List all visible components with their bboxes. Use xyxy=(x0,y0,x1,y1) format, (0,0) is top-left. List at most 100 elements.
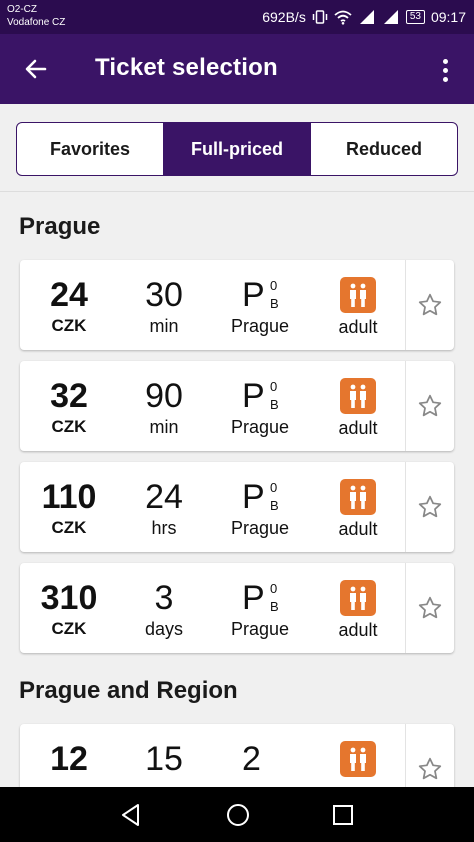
ticket-price: 12 xyxy=(20,724,118,787)
nav-recents-button[interactable] xyxy=(331,803,355,832)
nav-home-button[interactable] xyxy=(225,802,251,833)
tab-favorites[interactable]: Favorites xyxy=(17,123,164,175)
price-value: 12 xyxy=(50,740,88,778)
duration-unit: min xyxy=(149,417,179,437)
star-outline-icon xyxy=(418,596,442,619)
ticket-price: 110 CZK xyxy=(20,462,118,552)
ticket-card[interactable]: 310 CZK 3 days P 0 B Prague adult xyxy=(20,563,454,653)
ticket-passenger: adult xyxy=(310,260,406,350)
nav-back-button[interactable] xyxy=(118,802,144,833)
system-nav-bar xyxy=(0,787,474,842)
tab-reduced[interactable]: Reduced xyxy=(311,123,457,175)
price-currency: CZK xyxy=(51,518,87,537)
status-indicators: 692B/s 53 09:17 xyxy=(262,7,466,27)
page-title: Ticket selection xyxy=(95,54,278,81)
favorite-button[interactable] xyxy=(405,462,454,552)
ticket-duration: 3 days xyxy=(118,563,210,653)
zone-name: Prague xyxy=(230,316,290,336)
ticket-zone: 2 xyxy=(210,724,310,787)
adult-people-icon xyxy=(340,741,376,777)
ticket-passenger: adult xyxy=(310,361,406,451)
fare-type-tabs: Favorites Full-priced Reduced xyxy=(16,122,458,176)
zone-code: P xyxy=(242,276,265,314)
duration-unit: days xyxy=(144,619,184,639)
duration-value: 30 xyxy=(145,276,183,314)
adult-people-icon xyxy=(340,580,376,616)
network-speed: 692B/s xyxy=(262,9,306,25)
favorite-button[interactable] xyxy=(405,563,454,653)
carrier-names: O2-CZ Vodafone CZ xyxy=(7,3,65,29)
nav-back-icon xyxy=(122,804,139,826)
status-bar: O2-CZ Vodafone CZ 692B/s 53 09:17 xyxy=(0,0,474,34)
tabs-area: Favorites Full-priced Reduced xyxy=(0,104,474,192)
price-value: 24 xyxy=(50,276,88,314)
section-title-prague-region: Prague and Region xyxy=(19,677,238,704)
ticket-zone: P 0 B Prague xyxy=(210,563,310,653)
ticket-passenger: adult xyxy=(310,462,406,552)
nav-home-icon xyxy=(227,804,249,826)
duration-unit: min xyxy=(149,316,179,336)
more-vert-icon xyxy=(442,58,448,64)
ticket-passenger xyxy=(310,724,406,787)
price-currency: CZK xyxy=(51,316,87,335)
favorite-button[interactable] xyxy=(405,260,454,350)
battery-indicator: 53 xyxy=(405,10,425,24)
app-bar: Ticket selection xyxy=(0,34,474,104)
duration-value: 24 xyxy=(145,478,183,516)
zone-superscript: 0 xyxy=(270,480,278,495)
ticket-card[interactable]: 110 CZK 24 hrs P 0 B Prague adult xyxy=(20,462,454,552)
ticket-zone: P 0 B Prague xyxy=(210,260,310,350)
duration-value: 3 xyxy=(154,579,174,617)
zone-subscript: B xyxy=(270,498,279,513)
adult-people-icon xyxy=(340,277,376,313)
zone-subscript: B xyxy=(270,599,279,614)
more-options-button[interactable] xyxy=(432,50,458,90)
signal-icon xyxy=(359,10,374,24)
ticket-price: 32 CZK xyxy=(20,361,118,451)
tab-full-priced[interactable]: Full-priced xyxy=(164,123,311,175)
duration-value: 90 xyxy=(145,377,183,415)
section-title-prague: Prague xyxy=(19,213,101,240)
zone-code: P xyxy=(242,579,265,617)
star-outline-icon xyxy=(418,757,442,780)
zone-subscript: B xyxy=(270,296,279,311)
star-outline-icon xyxy=(418,495,442,518)
adult-people-icon xyxy=(340,378,376,414)
ticket-zone: P 0 B Prague xyxy=(210,462,310,552)
ticket-list[interactable]: Prague 24 CZK 30 min P 0 B Prague adult xyxy=(0,193,474,787)
ticket-price: 24 CZK xyxy=(20,260,118,350)
favorite-button[interactable] xyxy=(405,361,454,451)
ticket-passenger: adult xyxy=(310,563,406,653)
arrow-left-icon xyxy=(25,59,47,79)
favorite-button[interactable] xyxy=(405,724,454,787)
ticket-duration: 90 min xyxy=(118,361,210,451)
ticket-zone: P 0 B Prague xyxy=(210,361,310,451)
passenger-type: adult xyxy=(338,317,378,337)
zone-code: P xyxy=(242,377,265,415)
ticket-duration: 24 hrs xyxy=(118,462,210,552)
carrier-1: O2-CZ xyxy=(7,4,37,15)
ticket-card[interactable]: 12 15 2 xyxy=(20,724,454,787)
price-currency: CZK xyxy=(51,619,87,638)
passenger-type: adult xyxy=(338,519,378,539)
duration-unit: hrs xyxy=(151,518,177,538)
price-value: 310 xyxy=(40,579,98,617)
zone-code: P xyxy=(242,478,265,516)
nav-recents-icon xyxy=(333,805,353,825)
wifi-icon xyxy=(334,10,352,25)
signal-icon-2 xyxy=(383,10,398,24)
ticket-card[interactable]: 24 CZK 30 min P 0 B Prague adult xyxy=(20,260,454,350)
zone-name: Prague xyxy=(230,619,290,639)
zone-name: Prague xyxy=(230,417,290,437)
back-button[interactable] xyxy=(16,49,56,89)
zone-code: 2 xyxy=(242,740,261,778)
ticket-card[interactable]: 32 CZK 90 min P 0 B Prague adult xyxy=(20,361,454,451)
zone-superscript: 0 xyxy=(270,581,278,596)
carrier-2: Vodafone CZ xyxy=(7,17,66,28)
ticket-duration: 30 min xyxy=(118,260,210,350)
star-outline-icon xyxy=(418,293,442,316)
zone-superscript: 0 xyxy=(270,379,278,394)
passenger-type: adult xyxy=(338,418,378,438)
ticket-price: 310 CZK xyxy=(20,563,118,653)
price-value: 110 xyxy=(41,478,97,516)
